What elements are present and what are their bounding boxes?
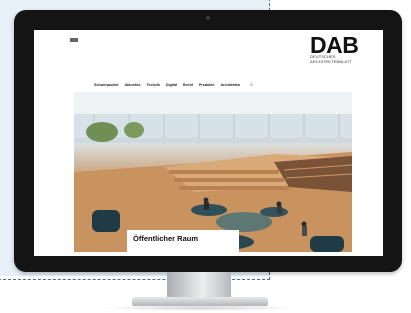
nav-item-produkte[interactable]: Produkte: [199, 83, 215, 87]
nav-item-aktuelles[interactable]: Aktuelles: [125, 83, 141, 87]
logo-main: DAB: [310, 32, 359, 58]
monitor: DAB DEUTSCHES ARCHITEKTENBLATT Schwerpun…: [14, 10, 402, 272]
flag-icon: [70, 38, 78, 42]
nav-item-schwerpunkte[interactable]: Schwerpunkte: [94, 83, 119, 87]
stand-shadow: [100, 305, 300, 311]
library-interior-illustration: [74, 92, 352, 252]
hero-caption[interactable]: Öffentlicher Raum: [127, 230, 239, 252]
search-icon[interactable]: ⌕: [250, 82, 253, 88]
nav-item-recht[interactable]: Recht: [183, 83, 193, 87]
main-nav: Schwerpunkte Aktuelles Technik Digital R…: [94, 81, 364, 89]
monitor-screen: DAB DEUTSCHES ARCHITEKTENBLATT Schwerpun…: [34, 30, 383, 256]
monitor-stand-neck: [167, 272, 231, 299]
site-logo[interactable]: DAB DEUTSCHES ARCHITEKTENBLATT: [310, 32, 366, 66]
nav-item-architekten[interactable]: Architekten: [220, 83, 240, 87]
logo-sub-2: ARCHITEKTENBLATT: [310, 58, 352, 64]
hero-image[interactable]: Öffentlicher Raum: [74, 92, 352, 252]
site-header: DAB DEUTSCHES ARCHITEKTENBLATT Schwerpun…: [34, 30, 383, 88]
caption-title: Öffentlicher Raum: [133, 234, 199, 243]
nav-item-technik[interactable]: Technik: [147, 83, 160, 87]
nav-item-digital[interactable]: Digital: [166, 83, 177, 87]
camera-dot: [206, 16, 210, 20]
utility-links[interactable]: [70, 38, 110, 62]
